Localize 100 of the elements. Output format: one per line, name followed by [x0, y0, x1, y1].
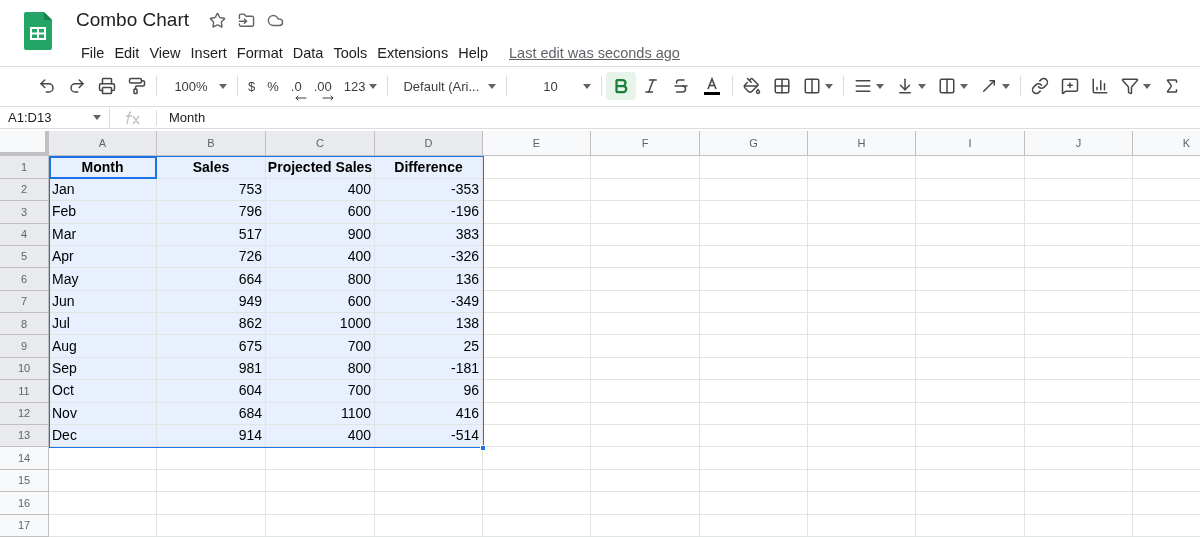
- menu-item[interactable]: Tools: [328, 40, 373, 67]
- column-header[interactable]: J: [1025, 131, 1133, 157]
- table-cell: -349: [375, 290, 483, 314]
- column-header[interactable]: B: [157, 131, 266, 157]
- bold-button[interactable]: [606, 72, 637, 101]
- row-header[interactable]: 16: [0, 492, 49, 515]
- row-header[interactable]: 11: [0, 380, 49, 403]
- zoom-dropdown[interactable]: 100%: [161, 72, 233, 101]
- text-color-icon: [702, 76, 723, 97]
- dropdown-caret-icon: [219, 83, 227, 89]
- decrease-decimals-button[interactable]: .0: [284, 72, 308, 101]
- row-header[interactable]: 3: [0, 201, 49, 224]
- row-header[interactable]: 10: [0, 357, 49, 381]
- table-cell: -196: [375, 201, 483, 224]
- row-header[interactable]: 9: [0, 335, 49, 358]
- spreadsheet-logo-icon[interactable]: [24, 12, 52, 50]
- table-cell: 700: [266, 335, 375, 358]
- table-cell: 949: [157, 290, 266, 314]
- column-header[interactable]: A: [49, 131, 157, 157]
- increase-decimals-button[interactable]: .00: [307, 72, 338, 101]
- font-size-dropdown[interactable]: 10: [511, 72, 598, 101]
- table-cell: Feb: [49, 201, 157, 224]
- menu-item[interactable]: Format: [231, 40, 288, 67]
- table-cell: 517: [157, 223, 266, 246]
- chart-icon: [1091, 77, 1110, 96]
- comment-icon: [1061, 77, 1080, 96]
- font-dropdown[interactable]: Default (Ari...: [392, 72, 503, 101]
- dropdown-caret-icon: [1143, 83, 1152, 89]
- dropdown-caret-icon: [876, 83, 885, 89]
- table-cell: Difference: [375, 156, 483, 179]
- row-header[interactable]: 1: [0, 156, 49, 179]
- table-cell: 684: [157, 402, 266, 426]
- undo-icon: [38, 77, 56, 96]
- text-wrap-icon: [938, 77, 957, 96]
- column-header[interactable]: I: [916, 131, 1025, 157]
- paint-roller-icon: [128, 77, 146, 96]
- table-cell: 600: [266, 290, 375, 314]
- table-cell: 400: [266, 245, 375, 269]
- column-header[interactable]: H: [808, 131, 916, 157]
- table-cell: Oct: [49, 380, 157, 403]
- row-header[interactable]: 7: [0, 290, 49, 314]
- column-header[interactable]: D: [375, 131, 483, 157]
- star-icon[interactable]: [209, 11, 226, 29]
- menu-item[interactable]: Data: [287, 40, 329, 67]
- row-header[interactable]: 12: [0, 402, 49, 426]
- column-header[interactable]: K: [1133, 131, 1200, 157]
- menu-item[interactable]: File: [76, 40, 110, 67]
- dropdown-caret-icon: [918, 83, 927, 89]
- table-cell: 796: [157, 201, 266, 224]
- menu-item[interactable]: Extensions: [372, 40, 454, 67]
- menu-item[interactable]: View: [144, 40, 186, 67]
- menu-item[interactable]: Edit: [109, 40, 145, 67]
- row-header[interactable]: 13: [0, 425, 49, 448]
- percent-button[interactable]: %: [261, 72, 285, 101]
- link-icon: [1031, 77, 1050, 96]
- table-cell: 914: [157, 425, 266, 448]
- row-header[interactable]: 6: [0, 268, 49, 291]
- formula-input[interactable]: Month: [157, 107, 1200, 128]
- row-header[interactable]: 5: [0, 245, 49, 269]
- row-header[interactable]: 2: [0, 178, 49, 202]
- table-cell: Projected Sales: [266, 156, 375, 179]
- column-header[interactable]: G: [700, 131, 808, 157]
- menu-item[interactable]: Help: [453, 40, 493, 67]
- column-header[interactable]: E: [483, 131, 591, 157]
- table-cell: 96: [375, 380, 483, 403]
- table-cell: 416: [375, 402, 483, 426]
- move-folder-icon[interactable]: [238, 11, 255, 29]
- dropdown-caret-icon: [93, 115, 101, 120]
- currency-button[interactable]: $: [242, 72, 262, 101]
- borders-icon: [773, 77, 792, 96]
- table-cell: -514: [375, 425, 483, 448]
- document-title[interactable]: Combo Chart: [76, 6, 189, 35]
- table-cell: 383: [375, 223, 483, 246]
- table-cell: May: [49, 268, 157, 291]
- row-header[interactable]: 4: [0, 223, 49, 246]
- paint-bucket-icon: [743, 77, 762, 96]
- dropdown-caret-icon: [488, 83, 497, 89]
- column-header[interactable]: F: [591, 131, 700, 157]
- table-cell: 862: [157, 313, 266, 336]
- fill-handle[interactable]: [480, 444, 486, 451]
- table-cell: 675: [157, 335, 266, 358]
- name-box[interactable]: A1:D13: [0, 106, 110, 129]
- table-cell: 400: [266, 178, 375, 202]
- row-header[interactable]: 17: [0, 514, 49, 537]
- number-format-dropdown[interactable]: 123: [337, 72, 384, 101]
- table-cell: 800: [266, 268, 375, 291]
- filter-icon: [1121, 77, 1140, 96]
- dropdown-caret-icon: [1002, 83, 1011, 89]
- table-cell: 136: [375, 268, 483, 291]
- row-header[interactable]: 8: [0, 313, 49, 336]
- table-cell: 726: [157, 245, 266, 269]
- row-header[interactable]: 15: [0, 469, 49, 493]
- menu-item[interactable]: Insert: [185, 40, 232, 67]
- dropdown-caret-icon: [960, 83, 969, 89]
- table-cell: -353: [375, 178, 483, 202]
- last-edit-link[interactable]: Last edit was seconds ago: [509, 42, 680, 65]
- merge-icon: [803, 77, 822, 96]
- column-header[interactable]: C: [266, 131, 375, 157]
- table-cell: 700: [266, 380, 375, 403]
- row-header[interactable]: 14: [0, 447, 49, 470]
